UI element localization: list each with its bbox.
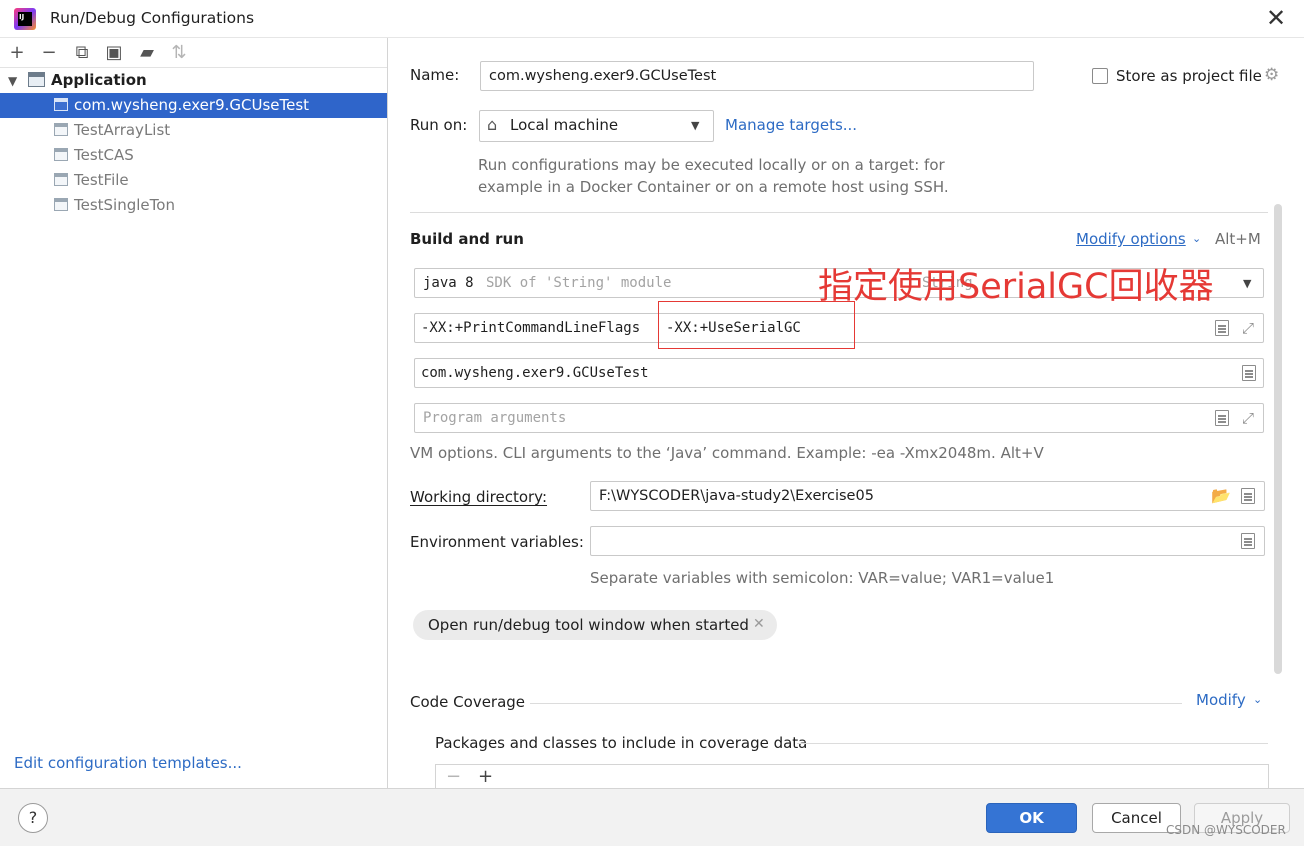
environment-variables-label: Environment variables: (410, 533, 584, 551)
vm-options-hint: VM options. CLI arguments to the ‘Java’ … (410, 444, 1044, 462)
chip-label: Open run/debug tool window when started (428, 616, 749, 634)
save-icon[interactable]: ▣ (103, 42, 125, 64)
sort-icon: ⇅ (171, 42, 187, 63)
window-title: Run/Debug Configurations (50, 9, 255, 27)
help-button[interactable]: ? (18, 803, 48, 833)
scrollbar[interactable] (1274, 204, 1282, 674)
folder-icon[interactable]: 📂 (1211, 486, 1231, 505)
run-on-label: Run on: (410, 116, 468, 134)
expand-icon[interactable]: ⤢ (1239, 319, 1257, 337)
run-on-hint: Run configurations may be executed local… (478, 156, 945, 174)
close-icon[interactable]: ✕ (753, 616, 765, 632)
separator (410, 212, 1268, 213)
run-on-dropdown[interactable]: ⌂ Local machine ▼ (479, 110, 714, 142)
modify-options-link[interactable]: Modify options (1076, 230, 1186, 248)
browse-class-icon[interactable] (1242, 365, 1256, 381)
home-icon: ⌂ (487, 115, 498, 134)
tree-item-label: TestCAS (74, 146, 134, 164)
config-icon (54, 198, 68, 211)
copy-icon[interactable]: ⧉ (71, 42, 93, 64)
expand-text-icon[interactable] (1241, 488, 1255, 504)
expand-text-icon[interactable] (1215, 410, 1229, 426)
plus-icon[interactable]: + (6, 42, 28, 64)
watermark: CSDN @WYSCODER (1166, 823, 1286, 837)
environment-variables-input[interactable] (590, 526, 1265, 556)
program-arguments-placeholder: Program arguments (423, 410, 567, 426)
minus-icon: − (446, 766, 462, 787)
store-checkbox[interactable] (1092, 68, 1108, 84)
run-on-value: Local machine (510, 116, 619, 134)
separator (797, 743, 1268, 744)
store-label: Store as project file (1116, 67, 1262, 85)
modify-options-shortcut: Alt+M (1215, 230, 1261, 248)
name-input[interactable]: com.wysheng.exer9.GCUseTest (480, 61, 1034, 91)
jre-value: java 8 (423, 275, 474, 291)
build-and-run-heading: Build and run (410, 230, 524, 248)
intellij-logo-icon: IJ (14, 8, 36, 30)
main-class-value: com.wysheng.exer9.GCUseTest (421, 365, 649, 381)
name-value: com.wysheng.exer9.GCUseTest (489, 68, 717, 84)
chevron-down-icon: ⌄ (1192, 232, 1202, 245)
tree-item-label: TestFile (74, 171, 129, 189)
environment-variables-hint: Separate variables with semicolon: VAR=v… (590, 569, 1055, 587)
working-directory-input[interactable]: F:\WYSCODER\java-study2\Exercise05 📂 (590, 481, 1265, 511)
working-directory-value: F:\WYSCODER\java-study2\Exercise05 (599, 488, 874, 504)
tree-item[interactable]: TestArrayList (0, 118, 387, 143)
minus-icon[interactable]: − (38, 42, 60, 64)
working-directory-label: Working directory: (410, 488, 548, 506)
code-coverage-heading: Code Coverage (410, 693, 526, 711)
expand-text-icon[interactable] (1215, 320, 1229, 336)
vm-options-value: -XX:+PrintCommandLineFlags (421, 320, 641, 336)
expand-icon[interactable]: ⤢ (1239, 409, 1257, 427)
tree-group-label: Application (51, 71, 147, 89)
separator (530, 703, 1182, 704)
plus-icon[interactable]: + (478, 768, 493, 786)
packages-label: Packages and classes to include in cover… (435, 734, 808, 752)
config-icon (54, 173, 68, 186)
run-on-hint: example in a Docker Container or on a re… (478, 178, 949, 196)
annotation-text: 指定使用SerialGC回收器 (818, 267, 1214, 307)
chevron-down-icon: ⌄ (1253, 693, 1263, 706)
name-label: Name: (410, 66, 460, 84)
close-icon[interactable]: ✕ (1262, 4, 1290, 32)
tree-item[interactable]: TestFile (0, 168, 387, 193)
modify-link[interactable]: Modify (1196, 691, 1246, 709)
button-bar: ? OK Cancel Apply CSDN @WYSCODER (0, 788, 1304, 846)
tree-item-label: TestSingleTon (74, 196, 175, 214)
manage-targets-link[interactable]: Manage targets... (725, 116, 857, 134)
tree-item[interactable]: TestCAS (0, 143, 387, 168)
main-class-input[interactable]: com.wysheng.exer9.GCUseTest (414, 358, 1264, 388)
tree-item-label: TestArrayList (74, 121, 171, 139)
chevron-down-icon: ▼ (691, 119, 700, 132)
tree-group-application[interactable]: ▼ Application (0, 68, 387, 93)
tree-item[interactable]: TestSingleTon (0, 193, 387, 218)
open-tool-window-chip[interactable]: Open run/debug tool window when started … (413, 610, 777, 640)
chevron-down-icon[interactable]: ▼ (8, 69, 28, 94)
tree-item-label: com.wysheng.exer9.GCUseTest (74, 96, 310, 114)
coverage-list: − + (435, 764, 1269, 788)
application-icon (28, 72, 45, 87)
chevron-down-icon: ▼ (1243, 277, 1252, 290)
gear-icon[interactable]: ⚙ (1264, 66, 1282, 84)
jre-hint: SDK of 'String' module (486, 275, 672, 291)
program-arguments-input[interactable]: Program arguments ⤢ (414, 403, 1264, 433)
config-icon (54, 98, 68, 111)
tree-item[interactable]: com.wysheng.exer9.GCUseTest (0, 93, 387, 118)
folder-add-icon[interactable]: ▰ (136, 42, 158, 64)
title-bar: IJ Run/Debug Configurations ✕ (0, 0, 1304, 38)
edit-templates-link[interactable]: Edit configuration templates... (14, 754, 242, 772)
edit-variables-icon[interactable] (1241, 533, 1255, 549)
config-icon (54, 123, 68, 136)
config-icon (54, 148, 68, 161)
ok-button[interactable]: OK (986, 803, 1077, 833)
